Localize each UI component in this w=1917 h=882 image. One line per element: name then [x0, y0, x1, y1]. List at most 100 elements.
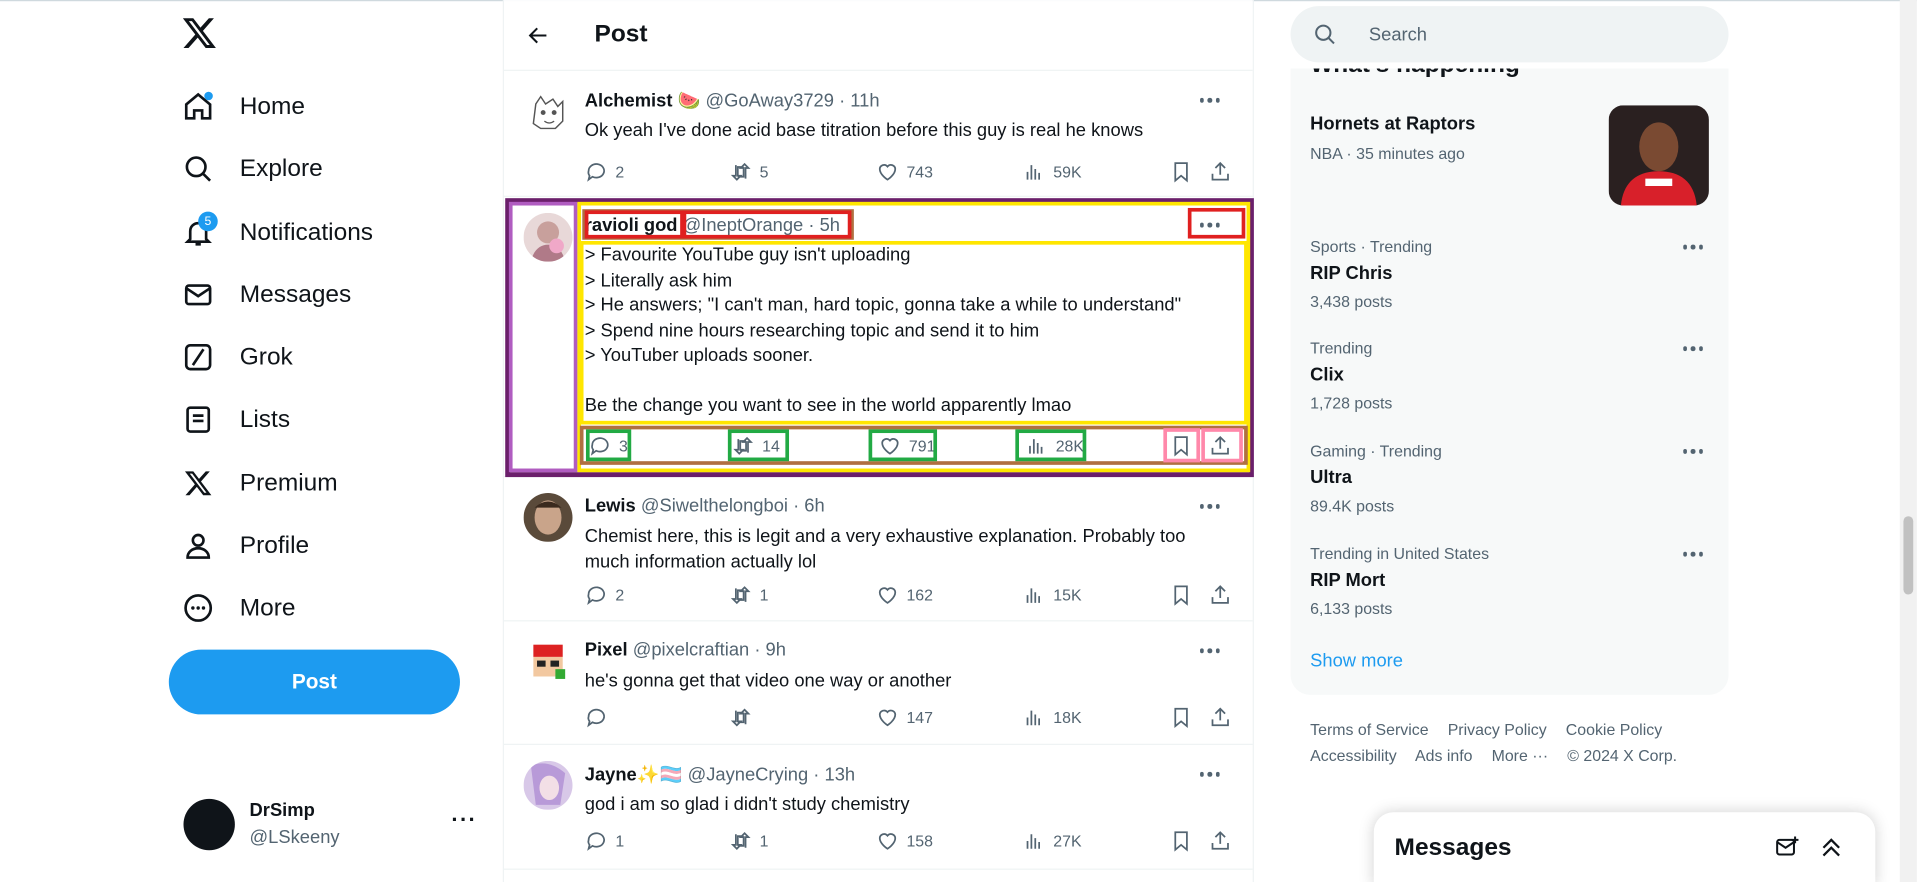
reply-button[interactable] [585, 701, 608, 733]
like-button[interactable]: 147 [876, 701, 933, 733]
reply-icon [585, 583, 608, 606]
repost-icon [729, 583, 752, 606]
repost-button[interactable]: 1 [729, 825, 769, 857]
trend-item[interactable]: Sports · Trending RIP Chris 3,438 posts [1310, 237, 1709, 312]
reply-button[interactable]: 2 [585, 155, 624, 187]
views-icon [1023, 705, 1046, 728]
reply-count: 2 [615, 162, 625, 181]
footer-link-terms[interactable]: Terms of Service [1310, 721, 1428, 739]
like-button[interactable]: 743 [876, 155, 933, 187]
reply-button[interactable]: 2 [585, 579, 624, 611]
nav-home[interactable]: Home [181, 80, 305, 134]
bookmark-button[interactable] [1169, 155, 1192, 187]
reply-button[interactable]: 1 [585, 825, 624, 857]
tweet-author-handle[interactable]: @JayneCrying · 13h [688, 765, 856, 786]
nav-messages[interactable]: Messages [181, 268, 351, 322]
avatar[interactable] [523, 492, 573, 542]
search-icon [181, 152, 215, 186]
post-button[interactable]: Post [168, 649, 460, 715]
trend-item[interactable]: Gaming · Trending Ultra 89.4K posts [1310, 442, 1709, 517]
search-input[interactable]: Search [1369, 24, 1427, 45]
footer-link-more[interactable]: More ··· [1492, 746, 1549, 764]
tweet-author-name[interactable]: Alchemist 🍉 [585, 91, 701, 112]
tweet-author-handle[interactable]: @GoAway3729 · 11h [706, 91, 880, 112]
footer-links: Terms of Service Privacy Policy Cookie P… [1310, 717, 1714, 768]
show-more-link[interactable]: Show more [1310, 651, 1403, 672]
views-button[interactable]: 18K [1023, 701, 1082, 733]
views-button[interactable]: 59K [1023, 155, 1082, 187]
nav-explore[interactable]: Explore [181, 142, 323, 196]
trend-event-image[interactable] [1608, 105, 1709, 206]
like-button[interactable]: 162 [876, 579, 933, 611]
nav-lists[interactable]: Lists [181, 393, 290, 447]
tweet-author-handle[interactable]: @pixelcraftian · 9h [633, 640, 786, 661]
more-icon[interactable] [1189, 493, 1231, 520]
like-count: 743 [906, 162, 934, 181]
avatar[interactable] [523, 760, 573, 810]
tweet-author-name[interactable]: Pixel [585, 640, 628, 661]
reply-tweet[interactable]: Pixel @pixelcraftian · 9h he's gonna get… [503, 623, 1253, 745]
reply-tweet[interactable]: Jayne✨🏳️‍⚧️ @JayneCrying · 13h god i am … [503, 746, 1253, 870]
repost-icon [729, 829, 752, 852]
trend-count: 1,728 posts [1310, 393, 1393, 413]
tweet-actions: 1 1 158 27K [585, 825, 1238, 857]
nav-notifications[interactable]: 5 Notifications [181, 206, 373, 260]
footer-link-accessibility[interactable]: Accessibility [1310, 746, 1397, 764]
tweet-author-name[interactable]: Jayne✨🏳️‍⚧️ [585, 765, 683, 786]
more-icon[interactable] [1189, 761, 1231, 788]
avatar[interactable] [523, 86, 573, 136]
like-button[interactable]: 158 [876, 825, 933, 857]
tweet-author-name[interactable]: Lewis [585, 495, 636, 516]
x-logo-icon[interactable] [181, 15, 223, 57]
nav-grok[interactable]: Grok [181, 330, 293, 384]
trend-item[interactable]: Trending in United States RIP Mort 6,133… [1310, 544, 1709, 619]
avatar[interactable] [523, 637, 573, 687]
views-icon [1023, 160, 1046, 183]
views-count: 15K [1053, 585, 1082, 604]
repost-icon [729, 160, 752, 183]
nav-more-label: More [239, 593, 296, 621]
more-icon[interactable] [1189, 87, 1231, 114]
views-button[interactable]: 15K [1023, 579, 1082, 611]
more-icon[interactable] [1675, 237, 1712, 257]
repost-button[interactable]: 1 [729, 579, 769, 611]
trend-item[interactable]: Trending Clix 1,728 posts [1310, 339, 1709, 414]
chevron-up-icon[interactable] [1818, 834, 1847, 863]
search-box[interactable]: Search [1290, 6, 1729, 63]
reply-tweet[interactable]: Alchemist 🍉 @GoAway3729 · 11h Ok yeah I'… [503, 72, 1253, 197]
scrollbar[interactable] [1899, 0, 1917, 882]
annotation-box-like [868, 429, 938, 462]
share-button[interactable] [1209, 701, 1232, 733]
more-icon[interactable] [1675, 442, 1712, 462]
trend-count: 3,438 posts [1310, 292, 1393, 311]
reply-tweet[interactable]: Lewis @Siwelthelongboi · 6h Chemist here… [503, 478, 1253, 622]
bookmark-button[interactable] [1169, 579, 1192, 611]
nav-profile[interactable]: Profile [181, 519, 309, 573]
repost-button[interactable] [729, 701, 752, 733]
views-button[interactable]: 27K [1023, 825, 1082, 857]
nav-more[interactable]: More [181, 581, 296, 635]
share-button[interactable] [1209, 579, 1232, 611]
footer-link-ads[interactable]: Ads info [1415, 746, 1472, 764]
share-button[interactable] [1209, 155, 1232, 187]
repost-count: 1 [759, 831, 769, 850]
new-message-icon[interactable] [1774, 834, 1803, 863]
bookmark-button[interactable] [1169, 701, 1192, 733]
back-arrow-icon[interactable] [514, 10, 563, 59]
share-button[interactable] [1209, 825, 1232, 857]
views-count: 27K [1053, 831, 1082, 850]
tweet-author-handle[interactable]: @Siwelthelongboi · 6h [641, 495, 825, 516]
repost-button[interactable]: 5 [729, 155, 769, 187]
messages-drawer[interactable]: Messages [1373, 812, 1876, 882]
more-icon[interactable] [1675, 544, 1712, 564]
footer-link-cookies[interactable]: Cookie Policy [1566, 721, 1662, 739]
scrollbar-thumb[interactable] [1903, 516, 1914, 595]
more-icon[interactable]: ··· [451, 807, 477, 833]
bookmark-button[interactable] [1169, 825, 1192, 857]
nav-premium[interactable]: Premium [181, 456, 338, 510]
more-icon[interactable] [1675, 339, 1712, 359]
footer-link-privacy[interactable]: Privacy Policy [1448, 721, 1547, 739]
more-icon[interactable] [1189, 637, 1231, 664]
views-icon [1023, 829, 1046, 852]
account-switcher[interactable]: DrSimp @LSkeeny ··· [169, 788, 490, 861]
